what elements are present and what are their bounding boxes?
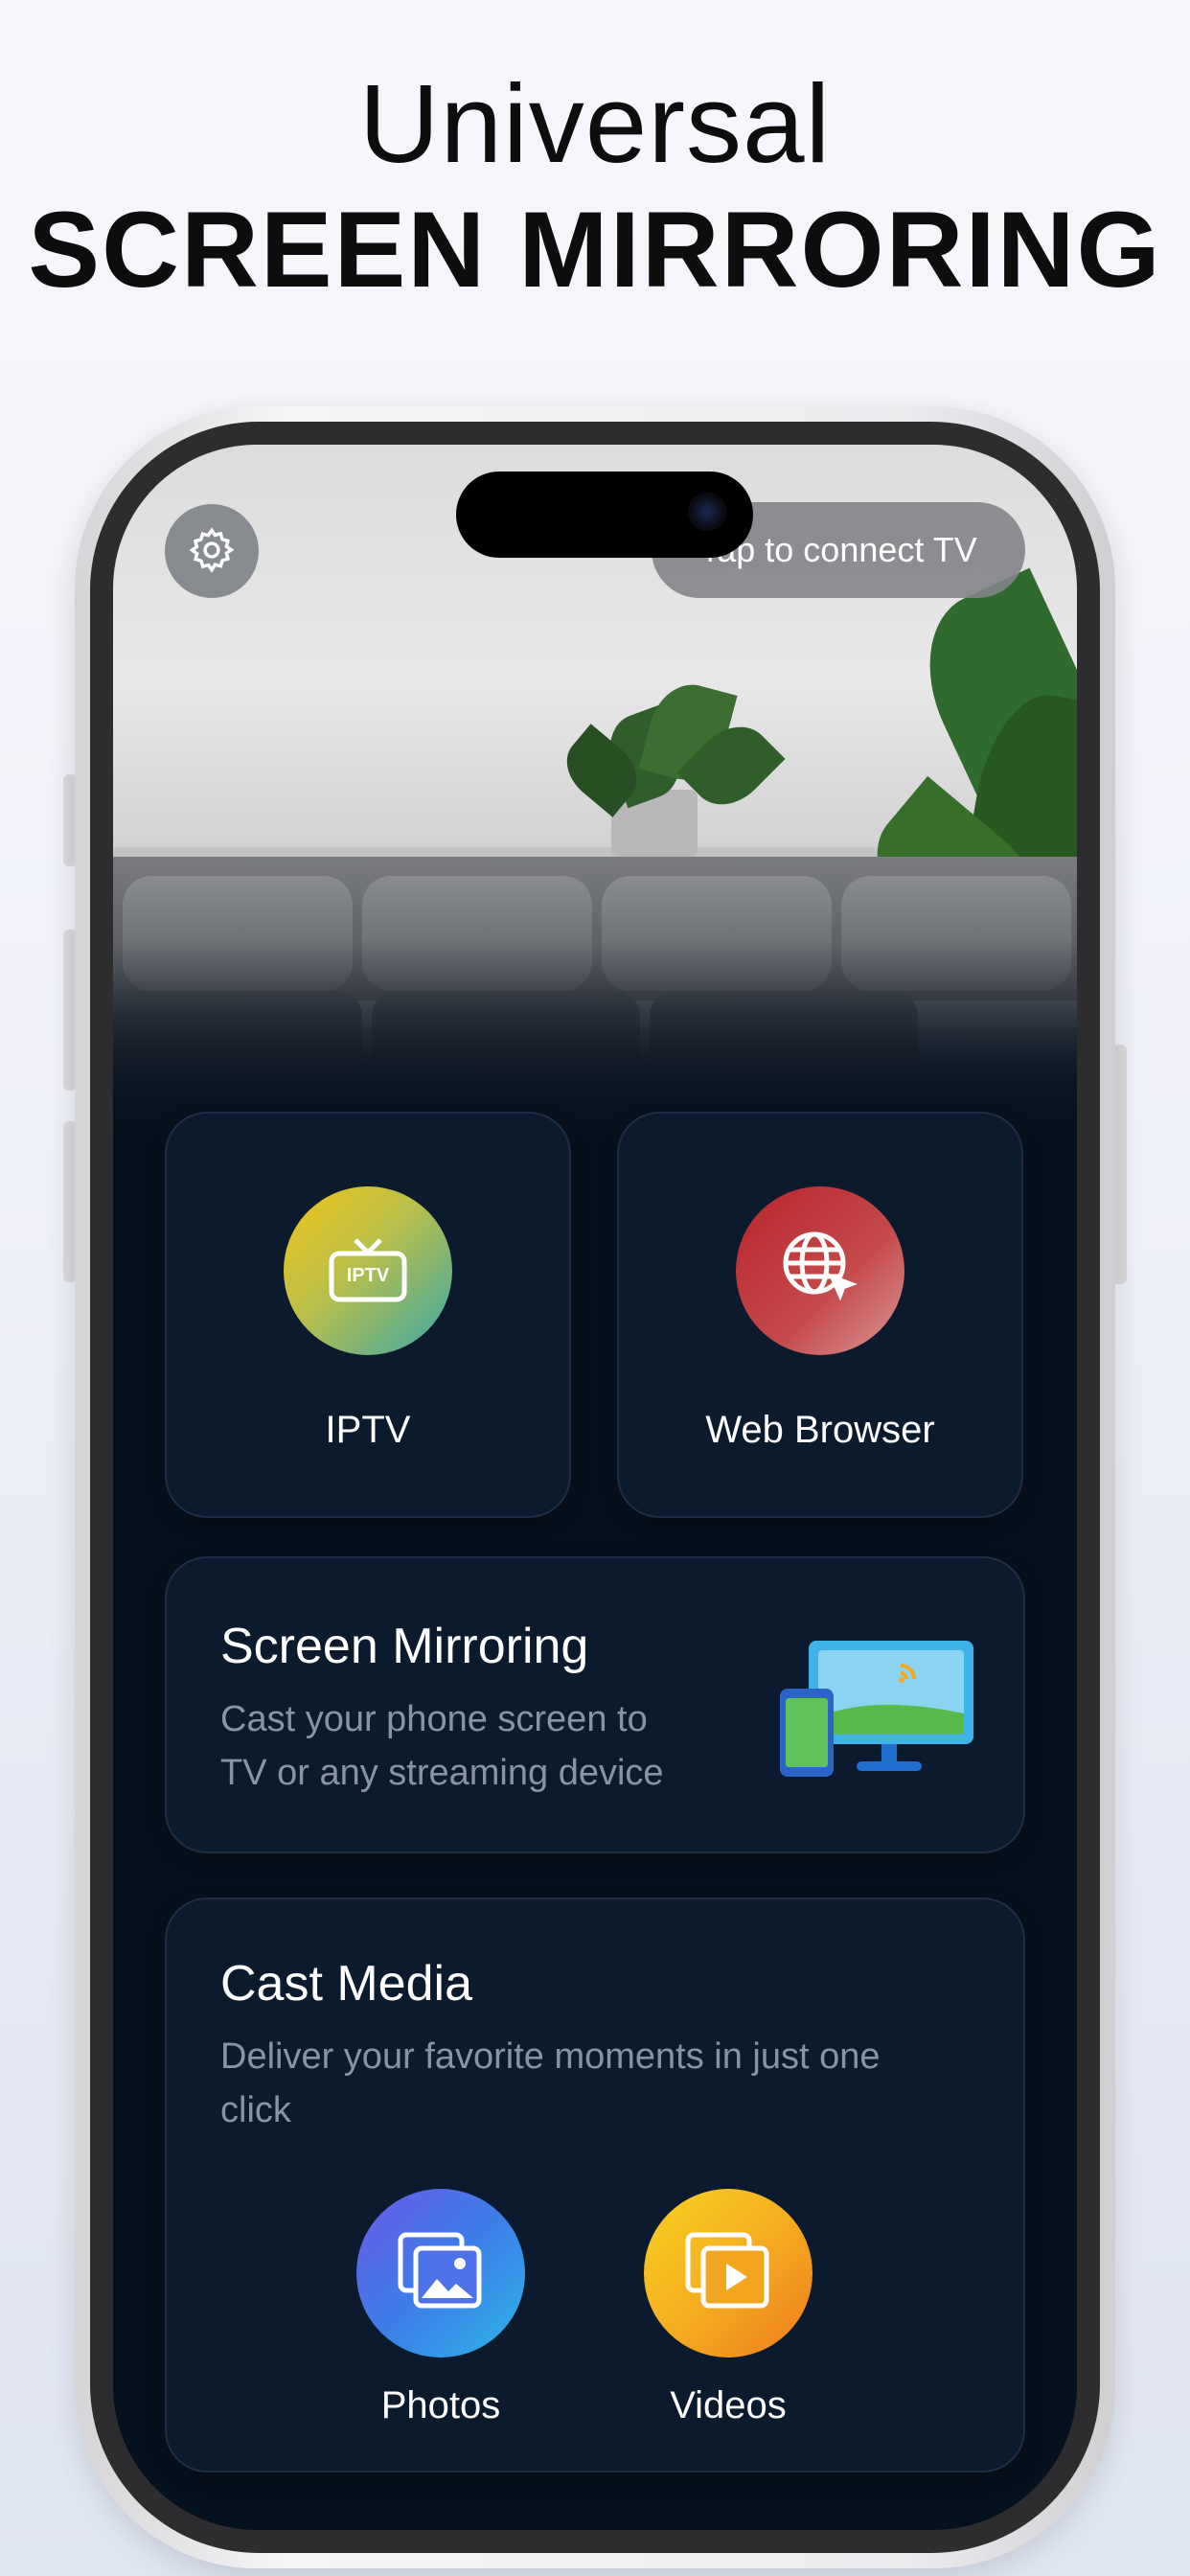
- tv-icon: IPTV: [327, 1236, 409, 1305]
- photos-icon: [397, 2231, 485, 2316]
- gear-icon: [187, 525, 237, 578]
- settings-button[interactable]: [165, 504, 259, 598]
- iptv-icon-circle: IPTV: [284, 1186, 452, 1355]
- videos-icon-circle: [644, 2189, 812, 2358]
- photos-label: Photos: [380, 2384, 501, 2426]
- screen-mirroring-description-line2: TV or any streaming device: [220, 1753, 664, 1793]
- iptv-tile[interactable]: IPTV IPTV: [165, 1112, 571, 1518]
- video-play-icon: [684, 2231, 772, 2316]
- iptv-icon-text: IPTV: [346, 1265, 390, 1286]
- phone-power-button: [1113, 1045, 1127, 1284]
- web-browser-tile[interactable]: Web Browser: [617, 1112, 1023, 1518]
- screen-mirroring-title: Screen Mirroring: [220, 1619, 589, 1674]
- headline-universal: Universal: [358, 61, 832, 186]
- hero-fade: [113, 943, 1077, 1135]
- headline-screen-mirroring: SCREEN MIRRORING: [28, 190, 1162, 310]
- web-browser-label: Web Browser: [705, 1409, 935, 1451]
- front-camera: [688, 493, 726, 531]
- videos-button[interactable]: Videos: [644, 2189, 816, 2438]
- cast-media-card: Cast Media Deliver your favorite moments…: [165, 1898, 1025, 2472]
- videos-label: Videos: [670, 2384, 787, 2426]
- screen-mirroring-card[interactable]: Screen Mirroring Cast your phone screen …: [165, 1556, 1025, 1853]
- cast-media-title: Cast Media: [220, 1956, 472, 2012]
- iptv-label: IPTV: [325, 1409, 411, 1451]
- web-browser-icon-circle: [736, 1186, 904, 1355]
- cast-media-description-line2: click: [220, 2090, 291, 2130]
- screen-mirroring-description-line1: Cast your phone screen to: [220, 1699, 648, 1739]
- photos-icon-circle: [356, 2189, 525, 2358]
- cast-media-description-line1: Deliver your favorite moments in just on…: [220, 2036, 881, 2077]
- phone-to-monitor-icon: [776, 1637, 977, 1783]
- app-screen: Tap to connect TV IPTV IPTV Web Browser …: [113, 445, 1077, 2530]
- photos-button[interactable]: Photos: [356, 2189, 529, 2438]
- globe-cursor-icon: [774, 1223, 866, 1320]
